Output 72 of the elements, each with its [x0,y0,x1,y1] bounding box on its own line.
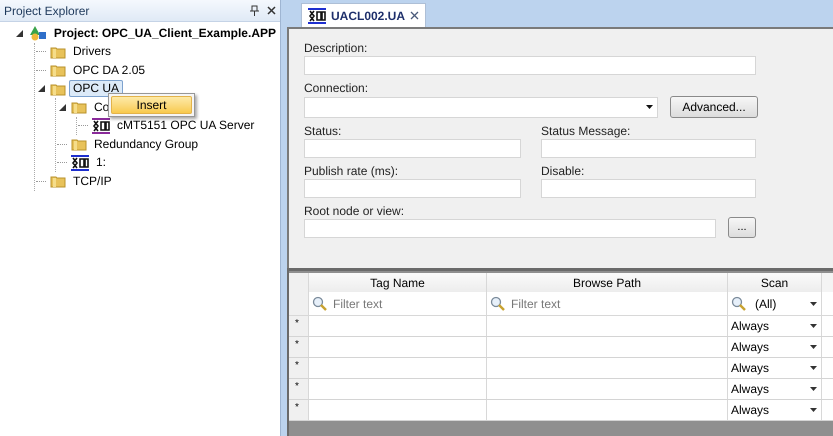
scan-dropdown[interactable]: Always [728,358,822,378]
close-icon[interactable] [267,6,276,15]
tree-item[interactable]: OPC DA 2.05 [69,62,150,79]
dropdown-arrow-icon [810,345,817,349]
field-label: Root node or view: [304,204,406,219]
row-marker: * [289,358,309,378]
field-label: Status: [304,124,342,139]
column-header[interactable]: Browse Path [487,273,728,292]
folder-icon [50,82,66,96]
tree-item[interactable]: TCP/IP [69,172,116,190]
filter-field[interactable] [822,292,833,316]
scan-dropdown[interactable]: Always [728,337,822,357]
row-marker: * [289,316,309,336]
scan-dropdown[interactable]: Always [728,316,822,336]
folder-icon [50,174,66,188]
client-icon [71,154,89,171]
scan-dropdown[interactable]: Always [728,379,822,399]
field-label: Publish rate (ms): [304,164,400,179]
column-header[interactable]: Scan [728,273,822,292]
scan-dropdown[interactable]: Always [728,400,822,420]
search-icon [312,296,328,312]
dropdown-arrow-icon [810,302,817,306]
connection-dropdown[interactable] [304,96,658,118]
folder-icon [50,63,66,78]
input-field[interactable] [541,179,756,198]
input-field[interactable] [304,139,521,158]
tree-item[interactable]: Redundancy Group [90,136,202,153]
row-header-cell [289,292,309,316]
search-icon [490,296,506,312]
input-field[interactable] [304,179,521,198]
field-label: Description: [304,41,368,56]
document-tab[interactable]: UACL002.UA [301,3,426,27]
tree-item[interactable]: Project: OPC_UA_Client_Example.APP [50,24,280,42]
dropdown-arrow-icon [810,324,817,328]
expanded-arrow-icon[interactable] [58,104,66,111]
input-field[interactable] [541,139,756,158]
field-label: Connection: [304,81,370,96]
row-marker: * [289,379,309,399]
filter-dropdown[interactable]: (All) [728,292,822,316]
input-field[interactable] [304,219,716,238]
tree-item[interactable]: OPC UA [69,80,124,98]
browse-button[interactable]: ... [728,217,756,238]
search-icon [731,296,747,312]
column-header[interactable] [822,273,833,292]
pin-icon[interactable] [250,5,259,16]
row-marker: * [289,337,309,357]
expanded-arrow-icon[interactable] [16,30,24,37]
filter-field[interactable]: Filter text [487,292,728,316]
dropdown-arrow-icon [810,408,817,412]
folder-icon [71,100,87,114]
dropdown-arrow-icon [810,366,817,370]
menu-item[interactable]: Insert [111,96,192,114]
input-field[interactable] [304,56,756,75]
expanded-arrow-icon[interactable] [38,85,44,92]
column-header[interactable]: Tag Name [309,273,487,292]
field-label: Status Message: [541,124,632,139]
tree-item[interactable]: cMT5151 OPC UA Server [113,117,258,134]
client-icon [308,8,326,24]
dropdown-arrow-icon [646,105,653,109]
tree-item[interactable]: 1: [92,154,110,172]
close-icon[interactable] [410,11,420,20]
folder-icon [50,44,66,59]
field-label: Disable: [541,164,586,179]
server-icon [92,118,110,134]
panel-title: Project Explorer [4,2,90,20]
row-marker: * [289,400,309,420]
tree-item[interactable]: Drivers [69,43,115,60]
project-icon [28,25,47,42]
dropdown-arrow-icon [810,387,817,391]
filter-field[interactable]: Filter text [309,292,487,316]
advanced-button[interactable]: Advanced... [670,96,758,118]
folder-icon [71,137,87,152]
